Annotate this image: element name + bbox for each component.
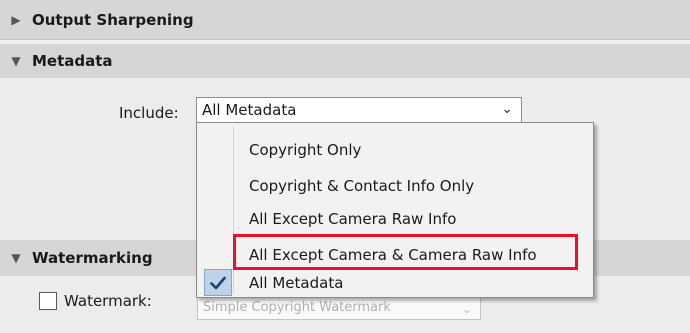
watermark-label: Watermark: xyxy=(64,292,152,310)
include-dropdown-menu: Copyright Only Copyright & Contact Info … xyxy=(196,122,594,298)
watermark-dropdown[interactable]: Simple Copyright Watermark ⌄ xyxy=(197,296,481,320)
chevron-down-icon: ⌄ xyxy=(501,101,513,117)
triangle-down-icon: ▼ xyxy=(11,54,21,68)
watermark-dropdown-value: Simple Copyright Watermark xyxy=(203,300,391,315)
triangle-down-icon: ▼ xyxy=(11,251,21,265)
triangle-right-icon: ▶ xyxy=(11,12,21,27)
section-header-output-sharpening[interactable]: ▶ Output Sharpening xyxy=(0,0,690,40)
menu-item-label: All Except Camera Raw Info xyxy=(249,210,457,228)
menu-item-label: Copyright & Contact Info Only xyxy=(249,177,475,195)
highlight-annotation xyxy=(233,234,578,270)
include-label: Include: xyxy=(119,104,179,122)
menu-item-all-metadata[interactable]: All Metadata xyxy=(199,270,591,296)
checkmark-icon xyxy=(210,276,226,289)
menu-item-label: Copyright Only xyxy=(249,141,362,159)
section-title-output-sharpening: Output Sharpening xyxy=(32,10,194,29)
chevron-down-icon: ⌄ xyxy=(461,302,472,316)
section-title-metadata: Metadata xyxy=(32,52,113,70)
menu-item-label: All Metadata xyxy=(249,274,344,292)
include-dropdown[interactable]: All Metadata ⌄ xyxy=(196,97,522,123)
menu-item-copyright-contact[interactable]: Copyright & Contact Info Only xyxy=(199,170,591,202)
section-title-watermarking: Watermarking xyxy=(32,249,153,267)
include-dropdown-value: All Metadata xyxy=(202,101,297,119)
menu-item-all-except-camera-raw[interactable]: All Except Camera Raw Info xyxy=(199,203,591,235)
menu-item-copyright-only[interactable]: Copyright Only xyxy=(199,134,591,166)
section-header-metadata[interactable]: ▼ Metadata xyxy=(0,44,690,78)
watermark-checkbox[interactable] xyxy=(39,292,57,310)
selected-indicator xyxy=(204,269,232,296)
